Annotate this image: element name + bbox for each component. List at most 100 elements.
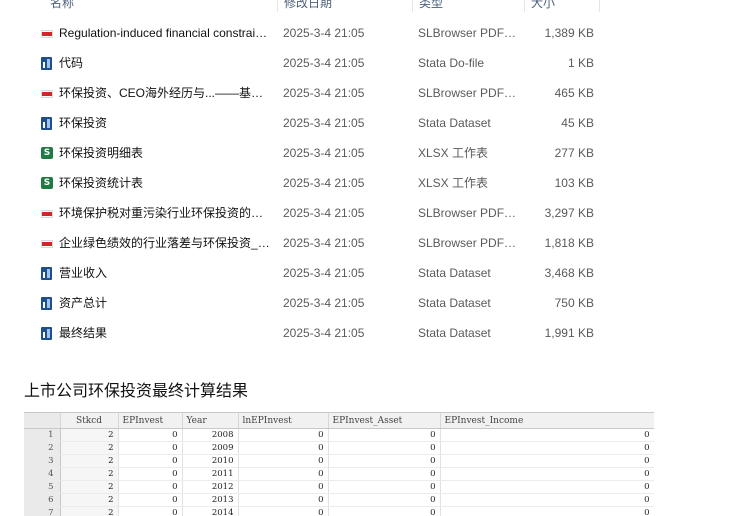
cell-epinvest-asset: 0 xyxy=(328,429,440,442)
file-type: Stata Dataset xyxy=(418,259,518,287)
column-header-year[interactable]: Year xyxy=(182,413,238,429)
cell-stkcd: 2 xyxy=(60,442,118,455)
file-name: 资产总计 xyxy=(59,289,272,317)
row-number: 3 xyxy=(24,455,60,468)
file-size: 3,297 KB xyxy=(545,199,594,227)
cell-epinvest: 0 xyxy=(118,455,182,468)
row-number: 4 xyxy=(24,468,60,481)
table-row[interactable]: 2 2 0 2009 0 0 0 xyxy=(24,442,654,455)
cell-stkcd: 2 xyxy=(60,455,118,468)
stata-icon xyxy=(41,57,52,70)
cell-lnepinvest: 0 xyxy=(238,481,328,494)
cell-epinvest-asset: 0 xyxy=(328,494,440,507)
section-title: 上市公司环保投资最终计算结果 xyxy=(24,381,248,403)
cell-stkcd: 2 xyxy=(60,481,118,494)
file-date: 2025-3-4 21:05 xyxy=(283,19,364,47)
cell-epinvest-income: 0 xyxy=(440,481,654,494)
file-date: 2025-3-4 21:05 xyxy=(283,289,364,317)
cell-epinvest-asset: 0 xyxy=(328,455,440,468)
file-date: 2025-3-4 21:05 xyxy=(283,229,364,257)
column-header-epinvest-income[interactable]: EPInvest_Income xyxy=(440,413,654,429)
file-size: 277 KB xyxy=(555,139,594,167)
cell-year: 2013 xyxy=(182,494,238,507)
xlsx-icon xyxy=(41,147,53,159)
file-type: Stata Do-file xyxy=(418,49,518,77)
table-row[interactable]: 1 2 0 2008 0 0 0 xyxy=(24,429,654,442)
file-date: 2025-3-4 21:05 xyxy=(283,319,364,347)
cell-year: 2008 xyxy=(182,429,238,442)
stata-icon xyxy=(41,267,52,280)
column-header-type[interactable]: 类型 xyxy=(412,0,524,12)
file-size: 45 KB xyxy=(561,109,594,137)
cell-lnepinvest: 0 xyxy=(238,468,328,481)
file-name: 环保投资明细表 xyxy=(59,139,272,167)
stata-data-table: Stkcd EPInvest Year lnEPInvest EPInvest_… xyxy=(24,412,654,516)
cell-epinvest-income: 0 xyxy=(440,429,654,442)
cell-epinvest: 0 xyxy=(118,468,182,481)
file-row[interactable]: 资产总计 2025-3-4 21:05 Stata Dataset 750 KB xyxy=(36,289,602,317)
cell-stkcd: 2 xyxy=(60,468,118,481)
file-row[interactable]: 环保投资明细表 2025-3-4 21:05 XLSX 工作表 277 KB xyxy=(36,139,602,167)
file-name: 最终结果 xyxy=(59,319,272,347)
file-row[interactable]: 环保投资、CEO海外经历与...——基于烙印理论 2025-3-4 21:05 … xyxy=(36,79,602,107)
cell-year: 2010 xyxy=(182,455,238,468)
column-header-name[interactable]: 名称 xyxy=(44,0,277,12)
cell-stkcd: 2 xyxy=(60,429,118,442)
file-row[interactable]: Regulation-induced financial constraints… xyxy=(36,19,602,47)
file-date: 2025-3-4 21:05 xyxy=(283,199,364,227)
column-header-date[interactable]: 修改日期 xyxy=(277,0,412,12)
pdf-icon xyxy=(41,210,53,218)
file-row[interactable]: 企业绿色绩效的行业落差与环保投资_朱... 2025-3-4 21:05 SLB… xyxy=(36,229,602,257)
file-type: SLBrowser PDF 文档 xyxy=(418,199,518,227)
pdf-icon xyxy=(41,30,53,38)
file-type: SLBrowser PDF 文档 xyxy=(418,229,518,257)
file-row[interactable]: 代码 2025-3-4 21:05 Stata Do-file 1 KB xyxy=(36,49,602,77)
cell-lnepinvest: 0 xyxy=(238,429,328,442)
file-name: Regulation-induced financial constraints… xyxy=(59,19,272,47)
file-name: 代码 xyxy=(59,49,272,77)
cell-epinvest-asset: 0 xyxy=(328,481,440,494)
cell-epinvest: 0 xyxy=(118,442,182,455)
row-number: 6 xyxy=(24,494,60,507)
file-row[interactable]: 最终结果 2025-3-4 21:05 Stata Dataset 1,991 … xyxy=(36,319,602,347)
file-type: Stata Dataset xyxy=(418,109,518,137)
file-type: XLSX 工作表 xyxy=(418,169,518,197)
file-size: 1,389 KB xyxy=(545,19,594,47)
column-header-epinvest[interactable]: EPInvest xyxy=(118,413,182,429)
cell-epinvest: 0 xyxy=(118,494,182,507)
cell-epinvest-income: 0 xyxy=(440,494,654,507)
column-header-lnepinvest[interactable]: lnEPInvest xyxy=(238,413,328,429)
cell-lnepinvest: 0 xyxy=(238,455,328,468)
stata-icon xyxy=(41,297,52,310)
file-type: Stata Dataset xyxy=(418,289,518,317)
row-number: 2 xyxy=(24,442,60,455)
file-size: 750 KB xyxy=(555,289,594,317)
table-row[interactable]: 4 2 0 2011 0 0 0 xyxy=(24,468,654,481)
file-row[interactable]: 环境保护税对重污染行业环保投资的影响 2025-3-4 21:05 SLBrow… xyxy=(36,199,602,227)
column-header-stkcd[interactable]: Stkcd xyxy=(60,413,118,429)
row-number: 1 xyxy=(24,429,60,442)
column-header-epinvest-asset[interactable]: EPInvest_Asset xyxy=(328,413,440,429)
file-explorer: 名称 修改日期 类型 大小 Regulation-induced financi… xyxy=(0,0,737,350)
cell-epinvest-asset: 0 xyxy=(328,442,440,455)
file-name: 营业收入 xyxy=(59,259,272,287)
table-row[interactable]: 3 2 0 2010 0 0 0 xyxy=(24,455,654,468)
file-name: 企业绿色绩效的行业落差与环保投资_朱... xyxy=(59,229,272,257)
file-name: 环保投资、CEO海外经历与...——基于烙印理论 xyxy=(59,79,272,107)
file-type: SLBrowser PDF 文档 xyxy=(418,19,518,47)
file-row[interactable]: 环保投资统计表 2025-3-4 21:05 XLSX 工作表 103 KB xyxy=(36,169,602,197)
file-size: 1,991 KB xyxy=(545,319,594,347)
file-row[interactable]: 环保投资 2025-3-4 21:05 Stata Dataset 45 KB xyxy=(36,109,602,137)
cell-epinvest: 0 xyxy=(118,429,182,442)
table-row[interactable]: 5 2 0 2012 0 0 0 xyxy=(24,481,654,494)
stata-icon xyxy=(41,117,52,130)
file-row[interactable]: 营业收入 2025-3-4 21:05 Stata Dataset 3,468 … xyxy=(36,259,602,287)
cell-epinvest-asset: 0 xyxy=(328,468,440,481)
cell-lnepinvest: 0 xyxy=(238,442,328,455)
table-header-row: Stkcd EPInvest Year lnEPInvest EPInvest_… xyxy=(24,413,654,429)
column-header-size[interactable]: 大小 xyxy=(524,0,600,12)
table-row[interactable]: 6 2 0 2013 0 0 0 xyxy=(24,494,654,507)
file-size: 3,468 KB xyxy=(545,259,594,287)
cell-epinvest-income: 0 xyxy=(440,455,654,468)
cell-epinvest-income: 0 xyxy=(440,442,654,455)
